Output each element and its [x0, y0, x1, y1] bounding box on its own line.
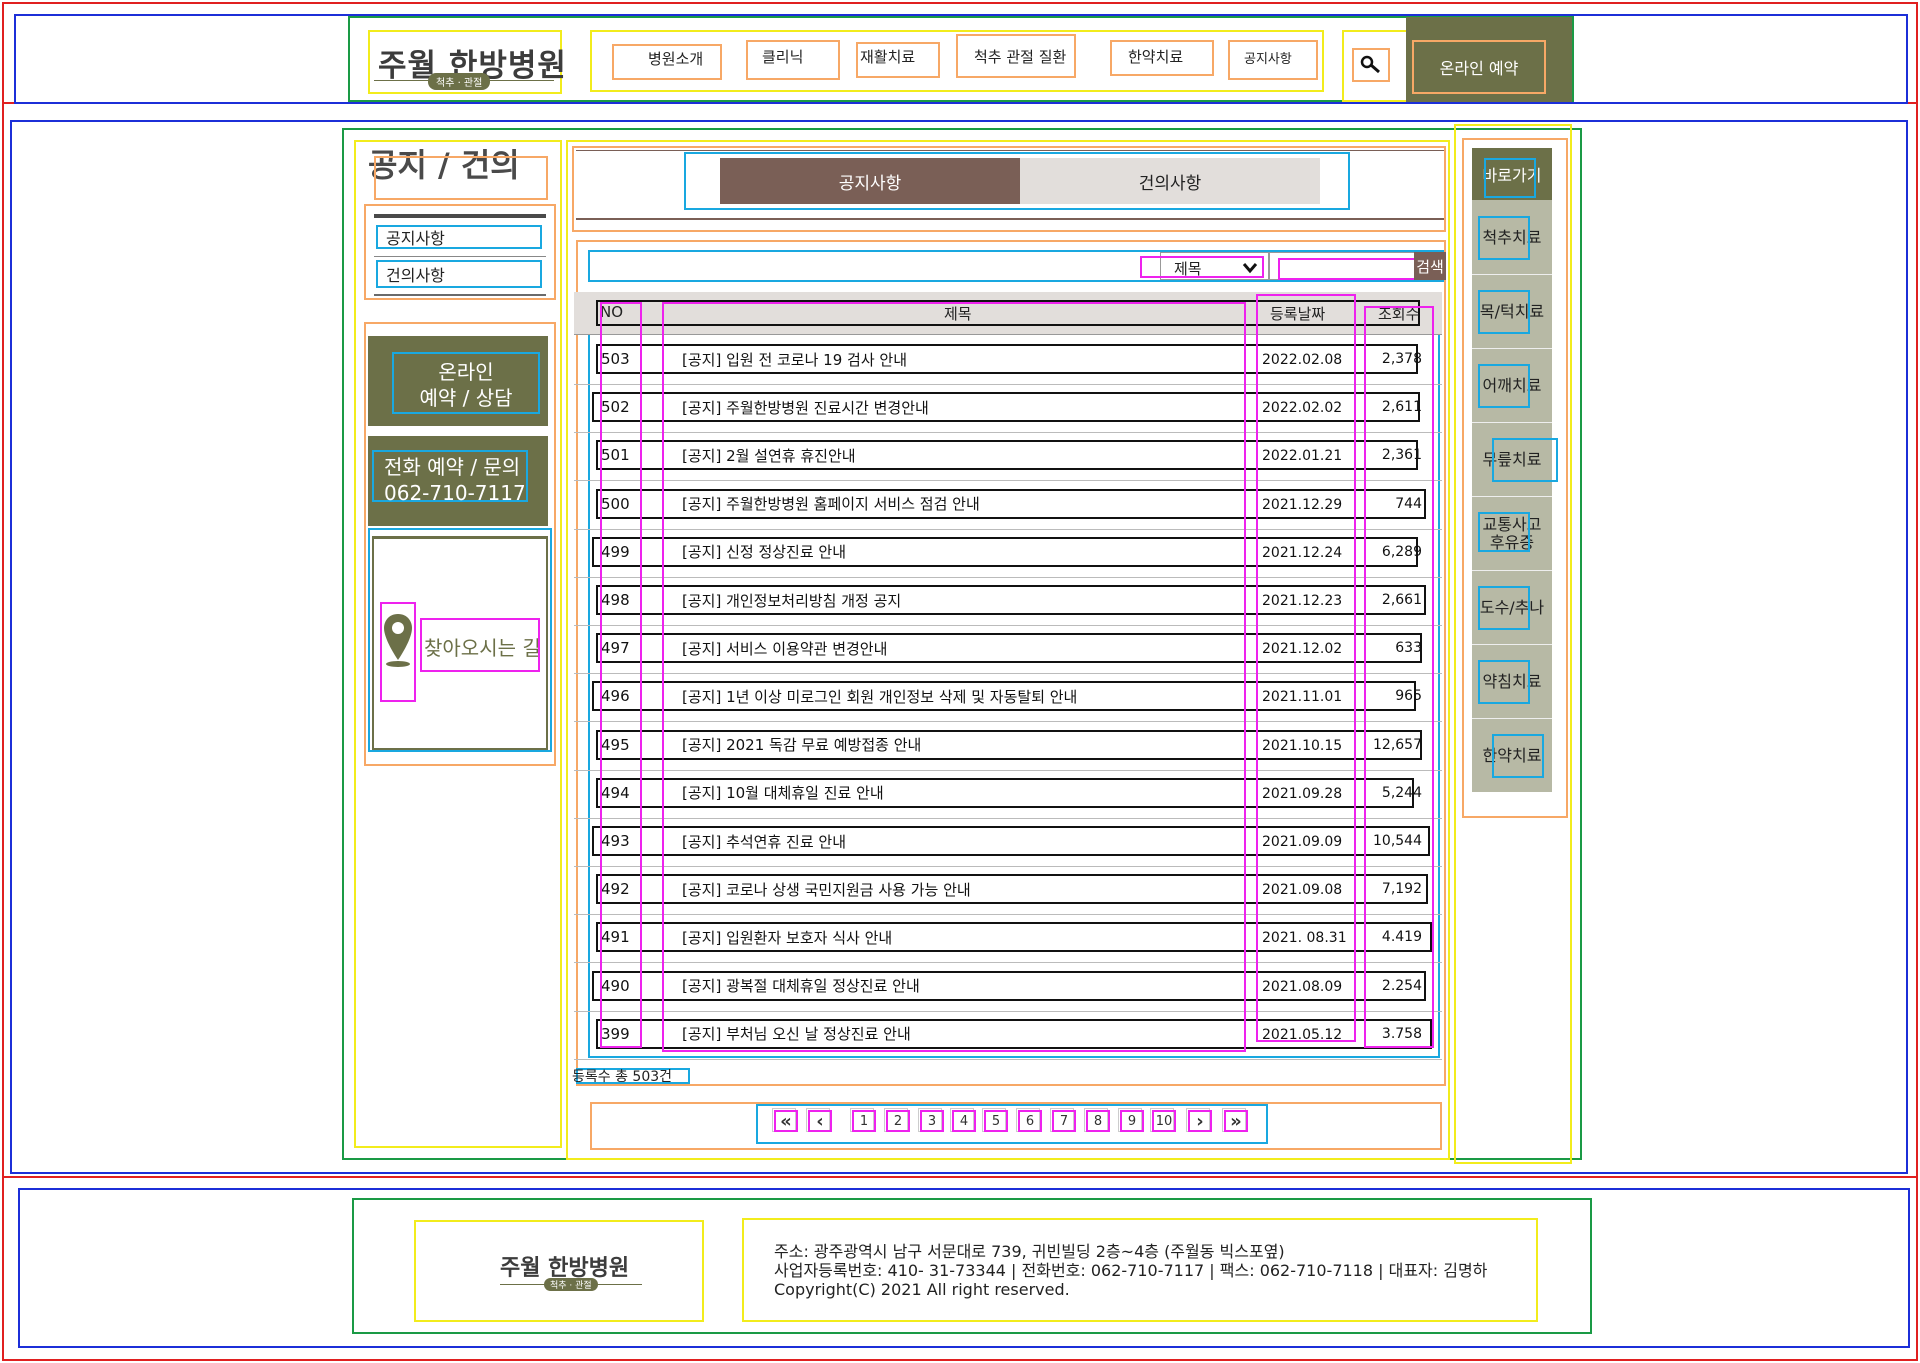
page-9-button[interactable]: 9: [1120, 1110, 1144, 1132]
page-5-button[interactable]: 5: [984, 1110, 1008, 1132]
total-count: 등록수 총 503건: [572, 1069, 673, 1085]
quick-divider: [1472, 274, 1552, 275]
online-consult-label[interactable]: 온라인 예약 / 상담: [392, 352, 540, 414]
sidebar-links-midline: [374, 256, 546, 257]
quick-item-box: [1492, 734, 1544, 778]
sidebar-links-topline: [374, 214, 546, 218]
quick-item-box: [1478, 290, 1530, 334]
search-select[interactable]: 제목: [1140, 256, 1264, 278]
footer-address: 주소: 광주광역시 남구 서문대로 739, 귀빈빌딩 2층~4층 (주월동 빅…: [774, 1242, 1285, 1261]
quick-divider: [1472, 348, 1552, 349]
nav-herbal-label: 한약치료: [1128, 48, 1184, 66]
sidebar-links-bottomline: [374, 294, 546, 296]
footer-copyright: Copyright(C) 2021 All right reserved.: [774, 1280, 1070, 1299]
col-title: [662, 302, 1246, 1052]
quick-item-box: [1478, 364, 1530, 408]
col-views: [1364, 306, 1434, 1048]
search-icon: [1360, 55, 1380, 74]
board-tabs-bottomline: [576, 218, 1444, 220]
page-10-button[interactable]: 10: [1152, 1110, 1176, 1132]
quick-divider: [1472, 422, 1552, 423]
tab-notice[interactable]: 공지사항: [720, 158, 1020, 204]
nav-spine-joint-label: 척추 관절 질환: [974, 48, 1067, 66]
col-date: [1256, 294, 1356, 1042]
footer-logo-subtitle: 척추 · 관절: [544, 1278, 598, 1291]
phone-label: 전화 예약 / 문의 062-710-7117: [384, 454, 546, 506]
sidebar-title-box: [374, 156, 548, 200]
phone-line1: 전화 예약 / 문의: [384, 455, 521, 479]
search-select-value: 제목: [1174, 260, 1202, 278]
quick-divider: [1472, 570, 1552, 571]
map-pin-icon: [380, 602, 416, 702]
quick-item-box: [1478, 512, 1530, 552]
row-divider: [574, 1058, 1442, 1060]
logo-subtitle: 척추 · 관절: [428, 73, 491, 90]
footer-logo: 주월 한방병원 척추 · 관절: [414, 1220, 704, 1322]
page-next-button[interactable]: ›: [1188, 1110, 1212, 1132]
map-pin-graphic: [384, 614, 412, 667]
quick-divider: [1472, 644, 1552, 645]
search-input[interactable]: [1278, 258, 1424, 280]
directions-label-box: 찾아오시는 길: [420, 618, 540, 672]
phone-number: 062-710-7117: [384, 481, 526, 505]
nav-notice-label: 공지사항: [1244, 52, 1292, 67]
footer-info: 주소: 광주광역시 남구 서문대로 739, 귀빈빌딩 2층~4층 (주월동 빅…: [742, 1218, 1538, 1322]
board-tabs-topline: [576, 150, 1444, 151]
sidebar-item-suggestion[interactable]: 건의사항: [376, 260, 542, 288]
quick-menu-title-box: [1484, 158, 1536, 198]
nav-clinic-label: 클리닉: [762, 48, 804, 66]
page-3-button[interactable]: 3: [920, 1110, 944, 1132]
page-8-button[interactable]: 8: [1086, 1110, 1110, 1132]
page-2-button[interactable]: 2: [886, 1110, 910, 1132]
nav-rehab-label: 재활치료: [860, 48, 916, 66]
page-4-button[interactable]: 4: [952, 1110, 976, 1132]
online-consult-line1: 온라인: [438, 360, 494, 384]
tab-suggestion[interactable]: 건의사항: [1020, 158, 1320, 204]
page-prev-button[interactable]: ‹: [808, 1110, 832, 1132]
search-submit-button[interactable]: 검색: [1414, 252, 1446, 280]
directions-label: 찾아오시는 길: [424, 636, 540, 660]
quick-item-box: [1478, 660, 1530, 704]
quick-item-box: [1492, 438, 1558, 482]
online-consult-line2: 예약 / 상담: [419, 386, 513, 410]
page-1-button[interactable]: 1: [852, 1110, 876, 1132]
quick-divider: [1472, 718, 1552, 719]
online-reserve-button[interactable]: 온라인 예약: [1412, 40, 1546, 94]
quick-divider: [1472, 496, 1552, 497]
chevron-down-icon: [1242, 263, 1258, 274]
page-6-button[interactable]: 6: [1018, 1110, 1042, 1132]
search-button[interactable]: [1352, 48, 1390, 82]
col-no: [600, 302, 642, 1048]
page-last-button[interactable]: »: [1224, 1110, 1248, 1132]
page-first-button[interactable]: «: [774, 1110, 798, 1132]
header-logo[interactable]: 주월 한방병원 척추 · 관절: [368, 30, 566, 94]
quick-item-box: [1478, 216, 1530, 260]
footer-business-info: 사업자등록번호: 410- 31-73344 | 전화번호: 062-710-7…: [774, 1261, 1488, 1280]
nav-hospital-intro-label: 병원소개: [648, 50, 704, 68]
page-7-button[interactable]: 7: [1052, 1110, 1076, 1132]
sidebar-item-notice[interactable]: 공지사항: [376, 225, 542, 249]
quick-item-box: [1478, 586, 1530, 630]
footer-divider: [2, 1176, 1918, 1178]
